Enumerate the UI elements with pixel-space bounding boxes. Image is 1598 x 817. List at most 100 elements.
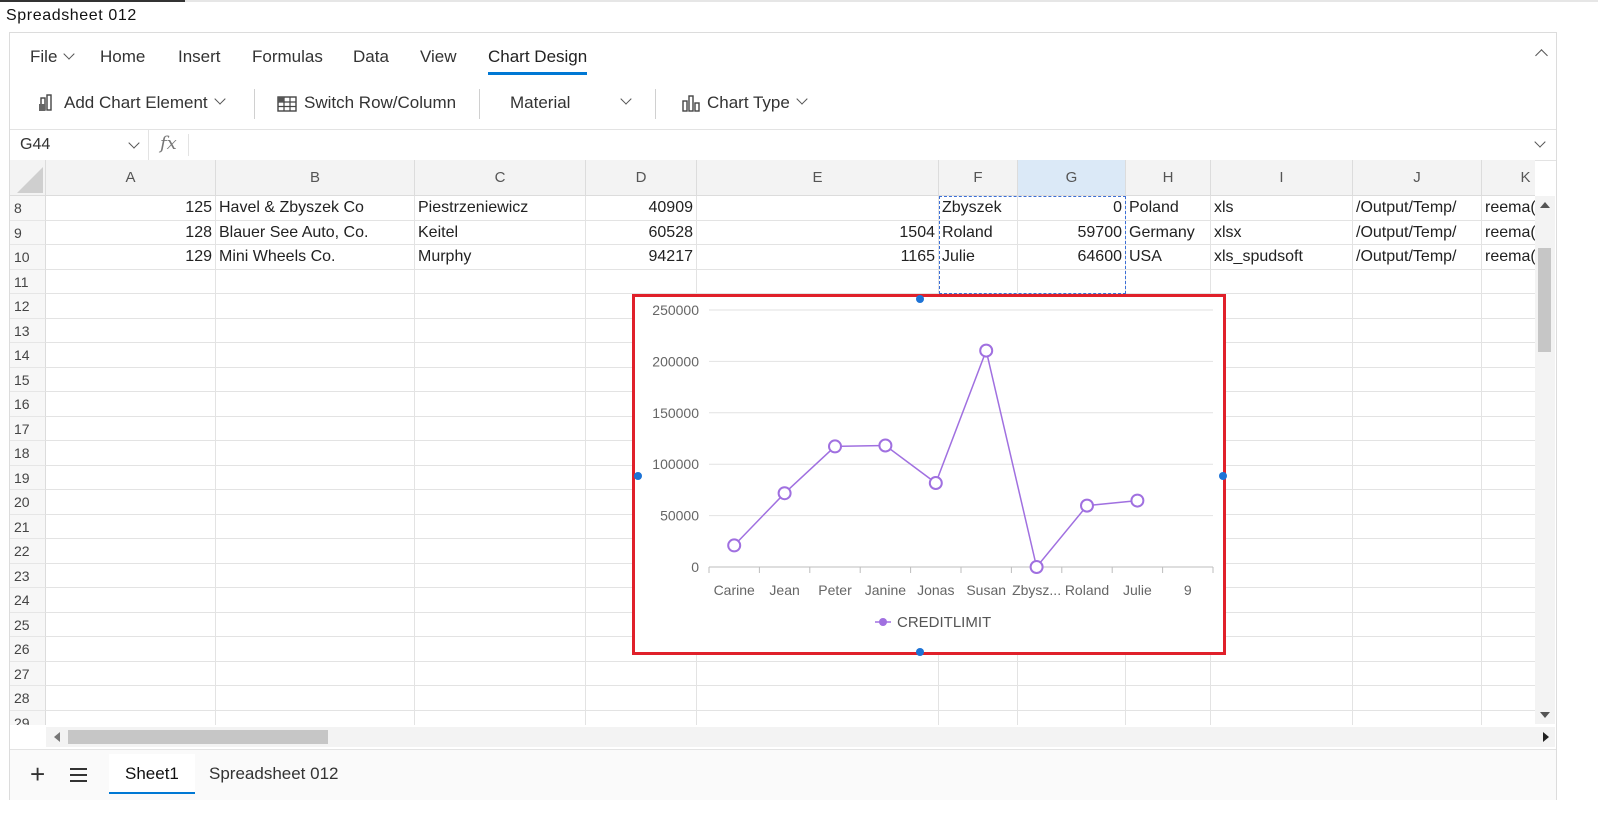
cell-d9[interactable]: 60528 (586, 221, 696, 245)
name-box[interactable]: G44 (10, 130, 149, 160)
resize-handle-left[interactable] (634, 472, 642, 480)
vertical-scrollbar[interactable] (1535, 196, 1555, 724)
x-tick-label: Jean (769, 582, 799, 598)
row-header-13[interactable]: 13 (10, 318, 46, 343)
column-header-f[interactable]: F (939, 160, 1018, 196)
horizontal-scroll-thumb[interactable] (68, 730, 328, 744)
cell-e10[interactable]: 1165 (697, 245, 938, 269)
chart-theme-dropdown[interactable]: Material (510, 93, 633, 113)
row-header-11[interactable]: 11 (10, 269, 46, 294)
column-header-i[interactable]: I (1211, 160, 1353, 196)
row-header-16[interactable]: 16 (10, 392, 46, 417)
tab-data[interactable]: Data (353, 47, 389, 67)
row-header-27[interactable]: 27 (10, 661, 46, 686)
horizontal-scrollbar[interactable] (46, 727, 1555, 747)
add-chart-element-button[interactable]: Add Chart Element (38, 93, 226, 113)
formula-input[interactable] (194, 133, 1518, 159)
scroll-left-icon[interactable] (54, 732, 60, 742)
line-chart[interactable]: 0 50000 100000 150000 200000 250000 Carine Jean… (632, 294, 1226, 655)
cell-e9[interactable]: 1504 (697, 221, 938, 245)
sheet-tab-spreadsheet-012[interactable]: Spreadsheet 012 (193, 754, 355, 794)
row-header-9[interactable]: 9 (10, 220, 46, 245)
cell-h10[interactable]: USA (1126, 245, 1210, 269)
column-header-d[interactable]: D (586, 160, 697, 196)
cell-i8[interactable]: xls (1211, 196, 1352, 220)
cell-h9[interactable]: Germany (1126, 221, 1210, 245)
vertical-scroll-thumb[interactable] (1538, 248, 1551, 352)
cell-k8[interactable]: reema( (1482, 196, 1535, 220)
scroll-down-icon[interactable] (1540, 712, 1550, 718)
column-header-a[interactable]: A (46, 160, 216, 196)
row-header-25[interactable]: 25 (10, 612, 46, 637)
row-header-17[interactable]: 17 (10, 416, 46, 441)
row-header-12[interactable]: 12 (10, 294, 46, 319)
row-header-19[interactable]: 19 (10, 465, 46, 490)
row-header-14[interactable]: 14 (10, 343, 46, 368)
tab-view[interactable]: View (420, 47, 457, 67)
cell-a8[interactable]: 125 (46, 196, 215, 220)
cell-k9[interactable]: reema( (1482, 221, 1535, 245)
row-header-23[interactable]: 23 (10, 563, 46, 588)
cell-d8[interactable]: 40909 (586, 196, 696, 220)
column-header-c[interactable]: C (415, 160, 586, 196)
cell-j9[interactable]: /Output/Temp/ (1353, 221, 1481, 245)
ribbon-tabs: File Home Insert Formulas Data View Char… (10, 33, 1556, 79)
sheet-tab-bar: + Sheet1 Spreadsheet 012 (10, 749, 1556, 800)
sheet-list-menu-icon[interactable] (70, 768, 87, 786)
cell-a9[interactable]: 128 (46, 221, 215, 245)
column-header-h[interactable]: H (1126, 160, 1211, 196)
row-header-29[interactable]: 29 (10, 710, 46, 725)
tab-chart-design[interactable]: Chart Design (488, 47, 588, 75)
cell-b10[interactable]: Mini Wheels Co. (216, 245, 414, 269)
scroll-up-icon[interactable] (1540, 202, 1550, 208)
formula-divider (188, 134, 189, 156)
row-header-8[interactable]: 8 (10, 196, 46, 221)
cell-h8[interactable]: Poland (1126, 196, 1210, 220)
row-header-20[interactable]: 20 (10, 490, 46, 515)
cell-b8[interactable]: Havel & Zbyszek Co (216, 196, 414, 220)
cell-c9[interactable]: Keitel (415, 221, 585, 245)
row-header-15[interactable]: 15 (10, 367, 46, 392)
column-header-b[interactable]: B (216, 160, 415, 196)
collapse-ribbon-icon[interactable] (1535, 49, 1548, 62)
row-header-26[interactable]: 26 (10, 637, 46, 662)
resize-handle-right[interactable] (1219, 472, 1227, 480)
resize-handle-bottom[interactable] (916, 648, 924, 656)
cell-j10[interactable]: /Output/Temp/ (1353, 245, 1481, 269)
select-all-corner[interactable] (10, 160, 46, 196)
cell-c8[interactable]: Piestrzeniewicz (415, 196, 585, 220)
data-point (928, 476, 943, 491)
expand-formula-bar-icon[interactable] (1534, 136, 1546, 148)
chart-type-button[interactable]: Chart Type (681, 93, 808, 113)
resize-handle-top[interactable] (916, 295, 924, 303)
cell-i10[interactable]: xls_spudsoft (1211, 245, 1352, 269)
chart-theme-value: Material (510, 93, 571, 112)
tab-home[interactable]: Home (100, 47, 145, 67)
tab-insert[interactable]: Insert (178, 47, 221, 67)
scroll-right-icon[interactable] (1543, 732, 1549, 742)
row-header-24[interactable]: 24 (10, 588, 46, 613)
column-header-g[interactable]: G (1018, 160, 1126, 196)
cell-k10[interactable]: reema( (1482, 245, 1535, 269)
column-header-k[interactable]: K (1482, 160, 1535, 196)
function-icon[interactable]: fx (160, 133, 177, 154)
row-header-28[interactable]: 28 (10, 686, 46, 711)
cell-b9[interactable]: Blauer See Auto, Co. (216, 221, 414, 245)
cell-d10[interactable]: 94217 (586, 245, 696, 269)
column-header-e[interactable]: E (697, 160, 939, 196)
row-header-10[interactable]: 10 (10, 245, 46, 270)
cell-a10[interactable]: 129 (46, 245, 215, 269)
cell-i9[interactable]: xlsx (1211, 221, 1352, 245)
row-header-21[interactable]: 21 (10, 514, 46, 539)
add-sheet-button[interactable]: + (30, 761, 45, 787)
tab-file[interactable]: File (30, 47, 76, 67)
switch-row-column-button[interactable]: Switch Row/Column (276, 93, 456, 113)
tab-formulas[interactable]: Formulas (252, 47, 323, 67)
cell-c10[interactable]: Murphy (415, 245, 585, 269)
row-gridline (46, 709, 1535, 711)
row-header-22[interactable]: 22 (10, 539, 46, 564)
sheet-tab-sheet1[interactable]: Sheet1 (109, 754, 195, 794)
row-header-18[interactable]: 18 (10, 441, 46, 466)
cell-j8[interactable]: /Output/Temp/ (1353, 196, 1481, 220)
column-header-j[interactable]: J (1353, 160, 1482, 196)
